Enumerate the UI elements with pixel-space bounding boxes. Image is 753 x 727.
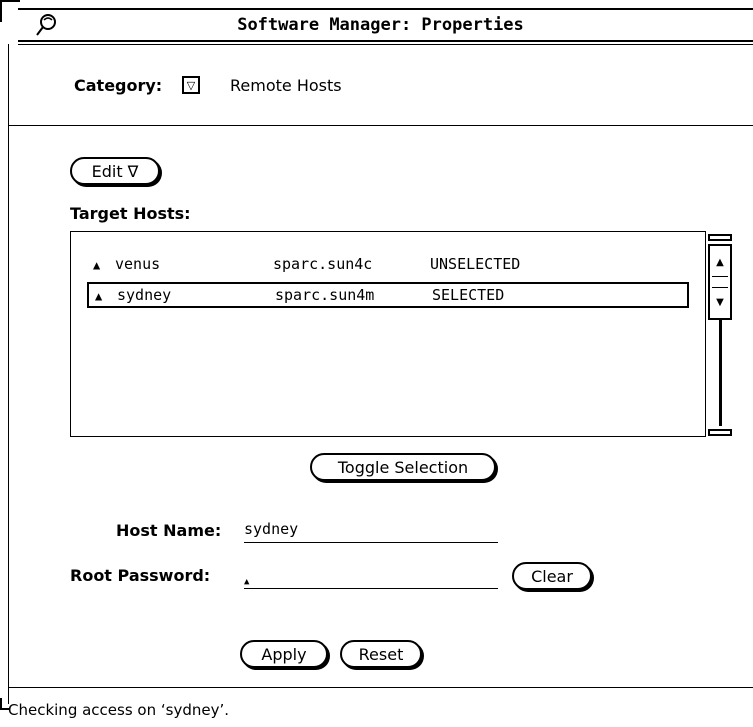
reset-button[interactable]: Reset bbox=[340, 640, 422, 668]
category-value: Remote Hosts bbox=[230, 76, 342, 95]
status-message: Checking access on ‘sydney’. bbox=[8, 701, 230, 719]
clear-button[interactable]: Clear bbox=[512, 562, 592, 590]
host-name-field[interactable]: sydney bbox=[244, 520, 498, 543]
scrollbar-top-cable-anchor[interactable] bbox=[708, 234, 732, 241]
scrollbar-bottom-cable-anchor[interactable] bbox=[708, 429, 732, 436]
host-state: SELECTED bbox=[432, 286, 505, 304]
host-icon: ▲ bbox=[93, 258, 101, 272]
arrow-down-icon[interactable]: ▼ bbox=[712, 287, 728, 316]
title-bar[interactable]: Software Manager: Properties bbox=[8, 0, 753, 45]
window-title: Software Manager: Properties bbox=[237, 15, 524, 35]
list-item[interactable]: ▲ venus sparc.sun4c UNSELECTED bbox=[87, 253, 689, 279]
target-hosts-list[interactable]: ▲ venus sparc.sun4c UNSELECTED ▲ sydney … bbox=[70, 231, 706, 437]
list-item[interactable]: ▲ sydney sparc.sun4m SELECTED bbox=[87, 282, 689, 308]
apply-button[interactable]: Apply bbox=[240, 640, 328, 668]
edit-menu-button[interactable]: Edit ∇ bbox=[70, 157, 160, 185]
target-hosts-label: Target Hosts: bbox=[70, 204, 191, 223]
root-password-field[interactable]: ▲ bbox=[244, 566, 498, 589]
category-menu-button[interactable]: ▽ bbox=[182, 76, 200, 94]
host-name-label: Host Name: bbox=[116, 521, 222, 540]
toggle-selection-button[interactable]: Toggle Selection bbox=[310, 453, 496, 481]
host-state: UNSELECTED bbox=[430, 255, 521, 273]
host-name: sydney bbox=[117, 286, 172, 304]
root-password-label: Root Password: bbox=[70, 566, 211, 585]
title-rule bbox=[18, 44, 753, 45]
title-rule bbox=[18, 40, 753, 42]
host-icon: ▲ bbox=[95, 289, 103, 303]
scrollbar-cable[interactable] bbox=[719, 320, 722, 426]
category-label: Category: bbox=[74, 76, 163, 95]
scrollbar-elevator[interactable]: ▲ ▼ bbox=[708, 244, 732, 320]
arrow-up-icon[interactable]: ▲ bbox=[712, 248, 728, 277]
text-caret: ▲ bbox=[244, 577, 250, 587]
host-name: venus bbox=[115, 255, 161, 273]
host-arch: sparc.sun4m bbox=[275, 286, 375, 304]
host-arch: sparc.sun4c bbox=[273, 255, 373, 273]
title-rule bbox=[18, 8, 753, 10]
triangle-down-icon: ▽ bbox=[186, 78, 196, 92]
